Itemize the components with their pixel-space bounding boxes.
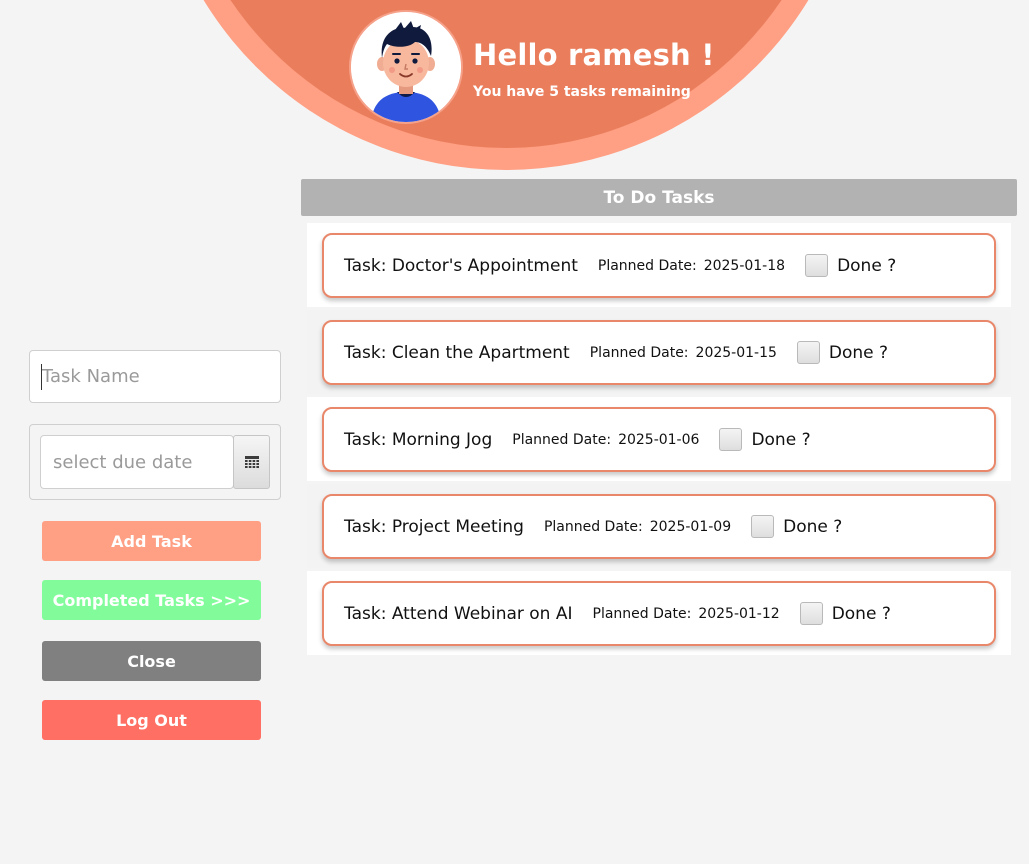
due-date-picker (29, 424, 281, 500)
done-label: Done ? (828, 342, 889, 363)
planned-date-label: Planned Date: (597, 257, 697, 274)
done-label: Done ? (783, 516, 843, 537)
done-label: Done ? (831, 603, 891, 624)
done-checkbox[interactable] (719, 428, 743, 451)
planned-date-label: Planned Date: (512, 431, 612, 448)
greeting-title: Hello ramesh ! (473, 38, 715, 72)
planned-date-label: Planned Date: (589, 344, 689, 361)
due-date-input[interactable] (40, 435, 234, 489)
task-card: Task: Clean the Apartment Planned Date: … (322, 320, 996, 385)
planned-date-value: 2025-01-15 (695, 344, 777, 361)
task-name: Task: Clean the Apartment (344, 342, 570, 363)
task-row: Task: Attend Webinar on AI Planned Date:… (307, 571, 1011, 655)
calendar-icon (244, 456, 259, 468)
planned-date-value: 2025-01-12 (698, 605, 780, 622)
task-name: Task: Project Meeting (344, 516, 524, 537)
task-row: Task: Project Meeting Planned Date: 2025… (307, 484, 1011, 568)
todo-task-list: Task: Doctor's Appointment Planned Date:… (307, 223, 1011, 657)
task-card: Task: Morning Jog Planned Date: 2025-01-… (322, 407, 996, 472)
todo-list-header: To Do Tasks (301, 179, 1017, 216)
planned-date-label: Planned Date: (543, 518, 643, 535)
task-card: Task: Doctor's Appointment Planned Date:… (322, 233, 996, 298)
add-task-button[interactable]: Add Task (42, 521, 261, 561)
task-name: Task: Doctor's Appointment (344, 255, 578, 276)
task-name: Task: Morning Jog (344, 429, 493, 450)
done-checkbox[interactable] (805, 254, 829, 277)
text-caret (41, 364, 42, 390)
done-label: Done ? (837, 255, 897, 276)
done-label: Done ? (751, 429, 811, 450)
planned-date-value: 2025-01-06 (618, 431, 700, 448)
planned-date-value: 2025-01-09 (649, 518, 732, 535)
done-checkbox[interactable] (799, 602, 823, 625)
log-out-button[interactable]: Log Out (42, 700, 261, 740)
task-card: Task: Attend Webinar on AI Planned Date:… (322, 581, 996, 646)
completed-tasks-button[interactable]: Completed Tasks >>> (42, 580, 261, 620)
tasks-remaining-text: You have 5 tasks remaining (473, 84, 691, 100)
task-name-input[interactable] (29, 350, 281, 403)
planned-date-label: Planned Date: (592, 605, 692, 622)
task-row: Task: Doctor's Appointment Planned Date:… (307, 223, 1011, 307)
done-checkbox[interactable] (751, 515, 775, 538)
task-name: Task: Attend Webinar on AI (344, 603, 573, 624)
calendar-button[interactable] (233, 435, 270, 489)
task-row: Task: Clean the Apartment Planned Date: … (307, 310, 1011, 394)
task-card: Task: Project Meeting Planned Date: 2025… (322, 494, 996, 559)
planned-date-value: 2025-01-18 (703, 257, 786, 274)
close-button[interactable]: Close (42, 641, 261, 681)
done-checkbox[interactable] (796, 341, 820, 364)
task-row: Task: Morning Jog Planned Date: 2025-01-… (307, 397, 1011, 481)
user-avatar-icon (351, 12, 461, 122)
